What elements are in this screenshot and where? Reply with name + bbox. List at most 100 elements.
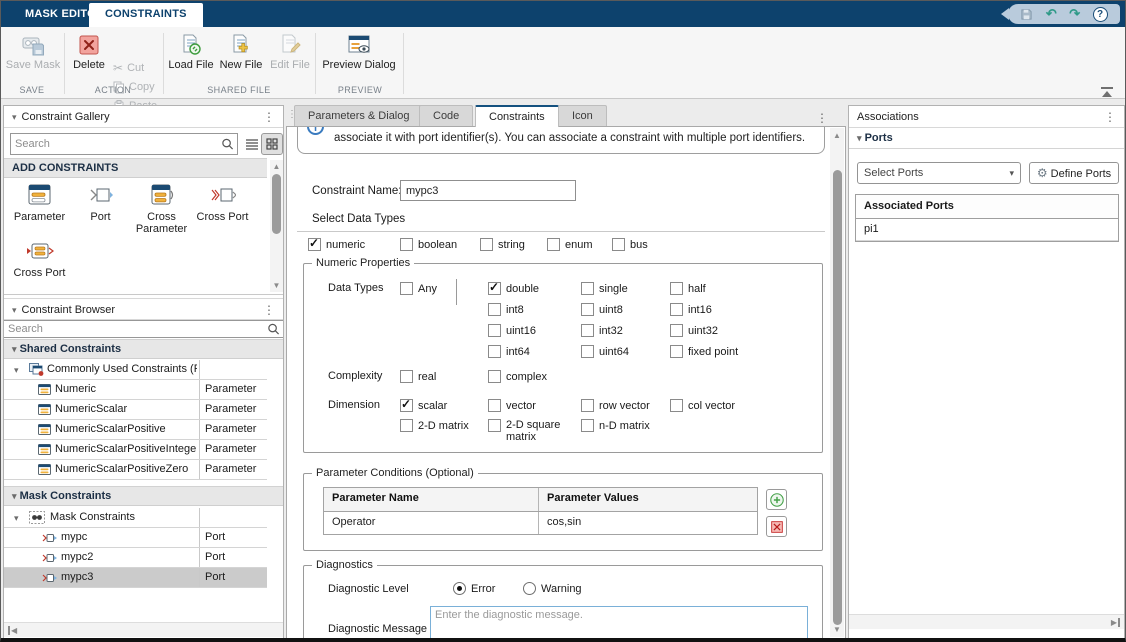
tab-constraints[interactable]: CONSTRAINTS bbox=[89, 3, 203, 27]
parameter-values-cell[interactable]: cos,sin bbox=[539, 512, 757, 534]
browser-search-input[interactable] bbox=[8, 321, 263, 337]
gallery-item-port[interactable]: Port bbox=[70, 184, 131, 223]
tree-row[interactable]: NumericScalar Parameter bbox=[4, 400, 267, 420]
checkbox-enum[interactable]: enum bbox=[547, 238, 593, 251]
grid-view-button[interactable] bbox=[261, 133, 283, 155]
checkbox-2d-matrix[interactable]: 2-D matrix bbox=[400, 419, 469, 432]
browser-menu-icon[interactable]: ⋮ bbox=[263, 299, 275, 321]
mask-constraints-section[interactable]: ▾ Mask Constraints bbox=[4, 486, 283, 506]
tree-row[interactable]: mypc2 Port bbox=[4, 548, 267, 568]
checkbox-uint8[interactable]: uint8 bbox=[581, 303, 623, 316]
divider bbox=[4, 294, 283, 295]
scroll-up-icon[interactable]: ▲ bbox=[830, 131, 844, 140]
scroll-down-icon[interactable]: ▼ bbox=[270, 281, 283, 290]
tree-row-mask-constraints-root[interactable]: ▾ Mask Constraints bbox=[4, 508, 267, 528]
associated-port-row[interactable]: pi1 bbox=[856, 219, 1118, 241]
shared-constraints-section[interactable]: ▾ Shared Constraints bbox=[4, 339, 283, 359]
checkbox-vector[interactable]: vector bbox=[488, 399, 536, 412]
checkbox-uint64[interactable]: uint64 bbox=[581, 345, 629, 358]
table-row[interactable]: Operator cos,sin bbox=[324, 512, 757, 534]
checkbox-int32[interactable]: int32 bbox=[581, 324, 623, 337]
scroll-left-end-icon[interactable]: ◀ bbox=[8, 626, 17, 635]
collapse-ribbon-button[interactable] bbox=[1099, 87, 1115, 97]
gallery-item-cross-port-2[interactable]: Cross Port bbox=[9, 240, 70, 279]
scrollbar-thumb[interactable] bbox=[272, 174, 281, 234]
checkbox-int64[interactable]: int64 bbox=[488, 345, 530, 358]
checkbox-int16[interactable]: int16 bbox=[670, 303, 712, 316]
radio-error[interactable]: Error bbox=[453, 582, 495, 595]
radio-warning[interactable]: Warning bbox=[523, 582, 582, 595]
checkbox-nd-matrix[interactable]: n-D matrix bbox=[581, 419, 650, 432]
help-icon[interactable]: ? bbox=[1093, 7, 1108, 22]
tab-code[interactable]: Code bbox=[419, 105, 473, 126]
select-ports-dropdown[interactable]: Select Ports ▾ bbox=[857, 162, 1021, 184]
scrollbar-thumb[interactable] bbox=[833, 170, 842, 625]
list-view-icon[interactable] bbox=[245, 138, 259, 150]
gallery-item-parameter[interactable]: Parameter bbox=[9, 184, 70, 223]
collapse-icon[interactable]: ▾ bbox=[12, 305, 17, 315]
editor-vscrollbar[interactable]: ▲ ▼ bbox=[830, 128, 844, 637]
checkbox-uint32[interactable]: uint32 bbox=[670, 324, 718, 337]
gallery-scrollbar[interactable]: ▲ ▼ bbox=[270, 160, 283, 292]
add-condition-button[interactable] bbox=[766, 489, 787, 510]
ports-section-header[interactable]: ▾ Ports bbox=[849, 128, 1124, 149]
checkbox-scalar[interactable]: scalar bbox=[400, 399, 447, 412]
checkbox-row-vector[interactable]: row vector bbox=[581, 399, 650, 412]
tree-row-selected[interactable]: mypc3 Port bbox=[4, 568, 267, 588]
parameter-name-cell[interactable]: Operator bbox=[324, 512, 539, 534]
right-panel-hscrollbar[interactable]: ▶ bbox=[849, 614, 1124, 629]
checkbox-half[interactable]: half bbox=[670, 282, 706, 295]
checkbox-label: vector bbox=[506, 400, 536, 412]
define-ports-button[interactable]: ⚙ Define Ports bbox=[1029, 162, 1119, 184]
save-mask-button[interactable]: Save Mask bbox=[5, 31, 61, 83]
tab-constraints-doc[interactable]: Constraints bbox=[475, 105, 559, 127]
gallery-item-cross-parameter[interactable]: Cross Parameter bbox=[131, 184, 192, 235]
diagnostic-message-input[interactable] bbox=[430, 606, 808, 642]
gallery-search-input[interactable] bbox=[15, 134, 217, 154]
tree-row[interactable]: NumericScalarPositiveInteger Parameter bbox=[4, 440, 267, 460]
checkbox-int8[interactable]: int8 bbox=[488, 303, 524, 316]
checkbox-numeric[interactable]: numeric bbox=[308, 238, 365, 251]
gallery-item-cross-port[interactable]: Cross Port bbox=[192, 184, 253, 223]
constraint-name-input[interactable] bbox=[400, 180, 576, 201]
checkbox-2d-square-matrix[interactable]: 2-D square matrix bbox=[488, 419, 576, 443]
undo-icon[interactable]: ↶ bbox=[1046, 4, 1057, 24]
tree-row[interactable]: mypc Port bbox=[4, 528, 267, 548]
checkbox-bus[interactable]: bus bbox=[612, 238, 648, 251]
gallery-menu-icon[interactable]: ⋮ bbox=[263, 106, 275, 128]
checkbox-fixed-point[interactable]: fixed point bbox=[670, 345, 738, 358]
cut-button[interactable]: ✂ Cut bbox=[113, 59, 144, 77]
collapse-icon[interactable]: ▾ bbox=[12, 112, 17, 122]
scroll-right-end-icon[interactable]: ▶ bbox=[1111, 618, 1120, 627]
checkbox-single[interactable]: single bbox=[581, 282, 628, 295]
checkbox-real[interactable]: real bbox=[400, 370, 436, 383]
associations-menu-icon[interactable]: ⋮ bbox=[1104, 106, 1116, 128]
checkbox-complex[interactable]: complex bbox=[488, 370, 547, 383]
left-panel-hscrollbar[interactable]: ◀ bbox=[4, 622, 283, 637]
checkbox-double[interactable]: double bbox=[488, 282, 539, 295]
collapse-icon[interactable]: ▾ bbox=[14, 509, 19, 528]
save-icon[interactable] bbox=[1020, 8, 1033, 21]
new-file-button[interactable]: New File bbox=[218, 31, 264, 83]
checkbox-col-vector[interactable]: col vector bbox=[670, 399, 735, 412]
tab-parameters-dialog[interactable]: Parameters & Dialog bbox=[294, 105, 424, 126]
load-file-button[interactable]: Load File bbox=[167, 31, 215, 83]
delete-button[interactable]: Delete bbox=[69, 31, 109, 83]
scroll-up-icon[interactable]: ▲ bbox=[270, 162, 283, 171]
checkbox-string[interactable]: string bbox=[480, 238, 525, 251]
constraint-gallery-title: Constraint Gallery bbox=[22, 111, 110, 123]
checkbox-any[interactable]: Any bbox=[400, 282, 437, 295]
tree-row-commonly-used[interactable]: ▾ Commonly Used Constraints (R... bbox=[4, 360, 267, 380]
delete-condition-button[interactable] bbox=[766, 516, 787, 537]
tree-row[interactable]: NumericScalarPositiveZero Parameter bbox=[4, 460, 267, 480]
edit-file-button[interactable]: Edit File bbox=[268, 31, 312, 83]
tree-row[interactable]: NumericScalarPositive Parameter bbox=[4, 420, 267, 440]
tree-row[interactable]: Numeric Parameter bbox=[4, 380, 267, 400]
redo-icon[interactable]: ↷ bbox=[1069, 4, 1080, 24]
scroll-down-icon[interactable]: ▼ bbox=[830, 625, 844, 634]
checkbox-uint16[interactable]: uint16 bbox=[488, 324, 536, 337]
collapse-icon[interactable]: ▾ bbox=[14, 361, 19, 380]
checkbox-boolean[interactable]: boolean bbox=[400, 238, 457, 251]
tab-icon[interactable]: Icon bbox=[558, 105, 607, 126]
preview-dialog-button[interactable]: Preview Dialog bbox=[321, 31, 397, 83]
